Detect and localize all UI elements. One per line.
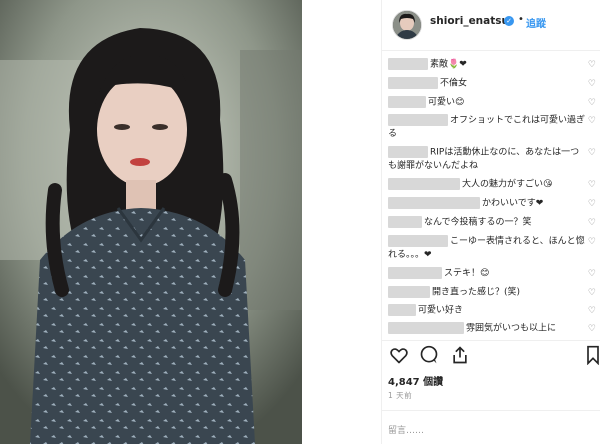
like-comment-icon[interactable]: ♡ bbox=[588, 218, 596, 228]
comment-text: 開き直った感じ？(笑) bbox=[432, 287, 521, 298]
comment-text: なんで今投稿するの一？笑 bbox=[424, 217, 532, 228]
comment-icon[interactable] bbox=[419, 345, 439, 369]
comment-item: 雰囲気がいつも以上に bbox=[388, 322, 588, 336]
like-comment-icon[interactable]: ♡ bbox=[588, 79, 596, 89]
like-comment-icon[interactable]: ♡ bbox=[588, 98, 596, 108]
add-comment-bar: 留言…… bbox=[382, 410, 600, 445]
username-link[interactable]: shiori_enatsu bbox=[430, 15, 509, 27]
redacted-username[interactable] bbox=[388, 322, 464, 334]
like-comment-icon[interactable]: ♡ bbox=[588, 269, 596, 279]
likes-count[interactable]: 4,847 個讚 bbox=[388, 373, 443, 388]
separator-dot: • bbox=[518, 14, 524, 25]
comment-item: かわいいです❤ bbox=[388, 197, 588, 211]
post-side-panel: shiori_enatsu ✓ • 追蹤 素敵🌷❤ ♡ 不倫女 ♡ 可愛い😊 ♡… bbox=[381, 0, 600, 444]
like-comment-icon[interactable]: ♡ bbox=[588, 60, 596, 70]
redacted-username[interactable] bbox=[388, 146, 428, 158]
bookmark-icon[interactable] bbox=[585, 345, 600, 369]
comment-item: 不倫女 bbox=[388, 77, 588, 91]
redacted-username[interactable] bbox=[388, 267, 442, 279]
post-timestamp[interactable]: 1 天前 bbox=[388, 390, 412, 401]
comment-item: 可愛い😊 bbox=[388, 96, 588, 110]
like-comment-icon[interactable]: ♡ bbox=[588, 116, 596, 126]
like-comment-icon[interactable]: ♡ bbox=[588, 237, 596, 247]
avatar[interactable] bbox=[392, 10, 422, 40]
comment-item: 大人の魅力がすごい😘 bbox=[388, 178, 588, 192]
comment-list[interactable]: 素敵🌷❤ ♡ 不倫女 ♡ 可愛い😊 ♡ オフショットでこれは可愛い過ぎる ♡ R… bbox=[382, 58, 600, 340]
comment-text: 大人の魅力がすごい😘 bbox=[462, 179, 553, 190]
like-comment-icon[interactable]: ♡ bbox=[588, 199, 596, 209]
redacted-username[interactable] bbox=[388, 235, 448, 247]
redacted-username[interactable] bbox=[388, 286, 430, 298]
comment-text: ステキ！😊 bbox=[444, 268, 490, 279]
like-comment-icon[interactable]: ♡ bbox=[588, 306, 596, 316]
share-icon[interactable] bbox=[450, 345, 470, 369]
like-comment-icon[interactable]: ♡ bbox=[588, 288, 596, 298]
comment-item: なんで今投稿するの一？笑 bbox=[388, 216, 588, 230]
redacted-username[interactable] bbox=[388, 178, 460, 190]
redacted-username[interactable] bbox=[388, 197, 480, 209]
like-comment-icon[interactable]: ♡ bbox=[588, 148, 596, 158]
post-photo[interactable] bbox=[0, 0, 302, 444]
comment-item: 開き直った感じ？(笑) bbox=[388, 286, 588, 300]
comment-text: 可愛い好き bbox=[418, 305, 464, 316]
comment-text: 素敵🌷❤ bbox=[430, 59, 467, 70]
redacted-username[interactable] bbox=[388, 216, 422, 228]
heart-icon[interactable] bbox=[389, 345, 409, 369]
comment-item: こーゆー表情されると、ほんと惚れる。。。❤ bbox=[388, 235, 588, 262]
verified-icon: ✓ bbox=[504, 16, 514, 26]
comment-item: オフショットでこれは可愛い過ぎる bbox=[388, 114, 588, 141]
comment-text: かわいいです❤ bbox=[482, 198, 544, 209]
like-comment-icon[interactable]: ♡ bbox=[588, 180, 596, 190]
add-comment-input[interactable]: 留言…… bbox=[388, 423, 424, 436]
comment-item: RIPは活動休止なのに、あなたは一つも謝罪がないんだよね bbox=[388, 146, 588, 173]
action-bar bbox=[382, 340, 600, 373]
comment-text: 雰囲気がいつも以上に bbox=[466, 323, 557, 334]
follow-button[interactable]: 追蹤 bbox=[526, 15, 546, 30]
comment-item: 可愛い好き bbox=[388, 304, 588, 318]
post-header: shiori_enatsu ✓ • 追蹤 bbox=[382, 0, 600, 51]
comment-text: 可愛い😊 bbox=[428, 97, 465, 108]
like-comment-icon[interactable]: ♡ bbox=[588, 324, 596, 334]
redacted-username[interactable] bbox=[388, 58, 428, 70]
redacted-username[interactable] bbox=[388, 114, 448, 126]
comment-text: 不倫女 bbox=[440, 78, 468, 89]
redacted-username[interactable] bbox=[388, 96, 426, 108]
comment-item: ステキ！😊 bbox=[388, 267, 588, 281]
redacted-username[interactable] bbox=[388, 304, 416, 316]
comment-item: 素敵🌷❤ bbox=[388, 58, 588, 72]
redacted-username[interactable] bbox=[388, 77, 438, 89]
